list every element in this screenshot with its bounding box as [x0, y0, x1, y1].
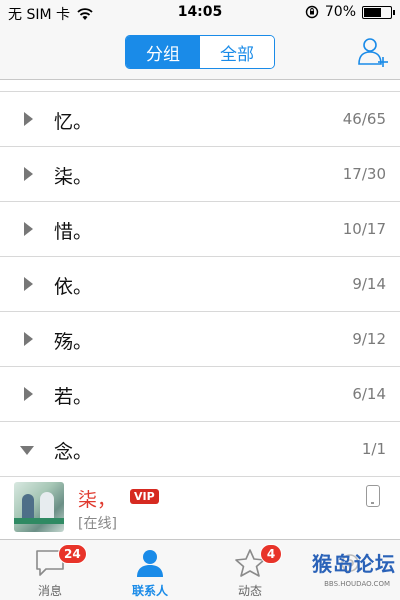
contact-group-list: 忆。 46/65 柒。 17/30 惜。 10/17 依。 9/14 殇。 9/…: [0, 81, 400, 537]
group-row[interactable]: 惜。 10/17: [0, 202, 400, 257]
group-count: 10/17: [342, 220, 386, 238]
avatar-banner: [14, 518, 64, 524]
tab-label: 动态: [237, 584, 262, 598]
status-bar: 无 SIM 卡 14:05 70%: [0, 0, 400, 26]
group-count: 9/12: [352, 330, 386, 348]
group-count: 9/14: [352, 275, 386, 293]
expanded-arrow-icon: [20, 446, 34, 455]
nav-bar: 分组 全部: [0, 26, 400, 80]
tab-messages[interactable]: 24 消息: [0, 540, 100, 600]
avatar[interactable]: [14, 482, 64, 532]
segment-all[interactable]: 全部: [200, 36, 274, 68]
contact-row[interactable]: 柒， VIP [在线]: [0, 477, 400, 537]
group-name: 惜。: [54, 221, 93, 243]
unread-badge: 24: [58, 544, 87, 564]
group-count: 17/30: [342, 165, 386, 183]
contact-name: 柒，: [78, 489, 117, 511]
segment-groups[interactable]: 分组: [126, 36, 200, 68]
watermark-logo: 猴岛论坛: [312, 552, 396, 576]
unread-badge: 4: [260, 544, 282, 564]
person-icon: [137, 550, 163, 577]
group-name: 念。: [54, 441, 93, 463]
battery-area: 70%: [305, 4, 395, 20]
collapsed-arrow-icon: [24, 332, 33, 346]
rotation-lock-icon: [305, 5, 319, 19]
group-row-expanded[interactable]: 念。 1/1: [0, 422, 400, 477]
contact-status: [在线]: [78, 516, 117, 532]
group-count: 46/65: [342, 110, 386, 128]
watermark-url: BBS.HOUDAO.COM: [324, 580, 390, 588]
group-name: 殇。: [54, 331, 93, 353]
group-count: 1/1: [361, 440, 386, 458]
group-name: 忆。: [54, 111, 93, 133]
add-friend-icon[interactable]: [356, 35, 390, 69]
collapsed-arrow-icon: [24, 277, 33, 291]
group-count: 6/14: [352, 385, 386, 403]
group-row[interactable]: 殇。 9/12: [0, 312, 400, 367]
group-name: 依。: [54, 276, 93, 298]
group-row[interactable]: 依。 9/14: [0, 257, 400, 312]
list-top-edge: [0, 81, 400, 92]
collapsed-arrow-icon: [24, 112, 33, 126]
collapsed-arrow-icon: [24, 167, 33, 181]
group-name: 柒。: [54, 166, 93, 188]
tab-label: 消息: [37, 584, 62, 598]
battery-fill: [364, 7, 381, 17]
tab-feed[interactable]: 4 动态: [200, 540, 300, 600]
phone-icon: [366, 485, 380, 507]
tab-label: 联系人: [131, 584, 168, 598]
segmented-control: 分组 全部: [125, 35, 275, 69]
battery-icon: [362, 5, 395, 19]
collapsed-arrow-icon: [24, 222, 33, 236]
group-name: 若。: [54, 386, 93, 408]
collapsed-arrow-icon: [24, 387, 33, 401]
group-row[interactable]: 忆。 46/65: [0, 92, 400, 147]
group-row[interactable]: 柒。 17/30: [0, 147, 400, 202]
tab-contacts[interactable]: 联系人: [100, 540, 200, 600]
vip-badge: VIP: [130, 489, 159, 504]
battery-percent: 70%: [324, 4, 356, 20]
group-row[interactable]: 若。 6/14: [0, 367, 400, 422]
